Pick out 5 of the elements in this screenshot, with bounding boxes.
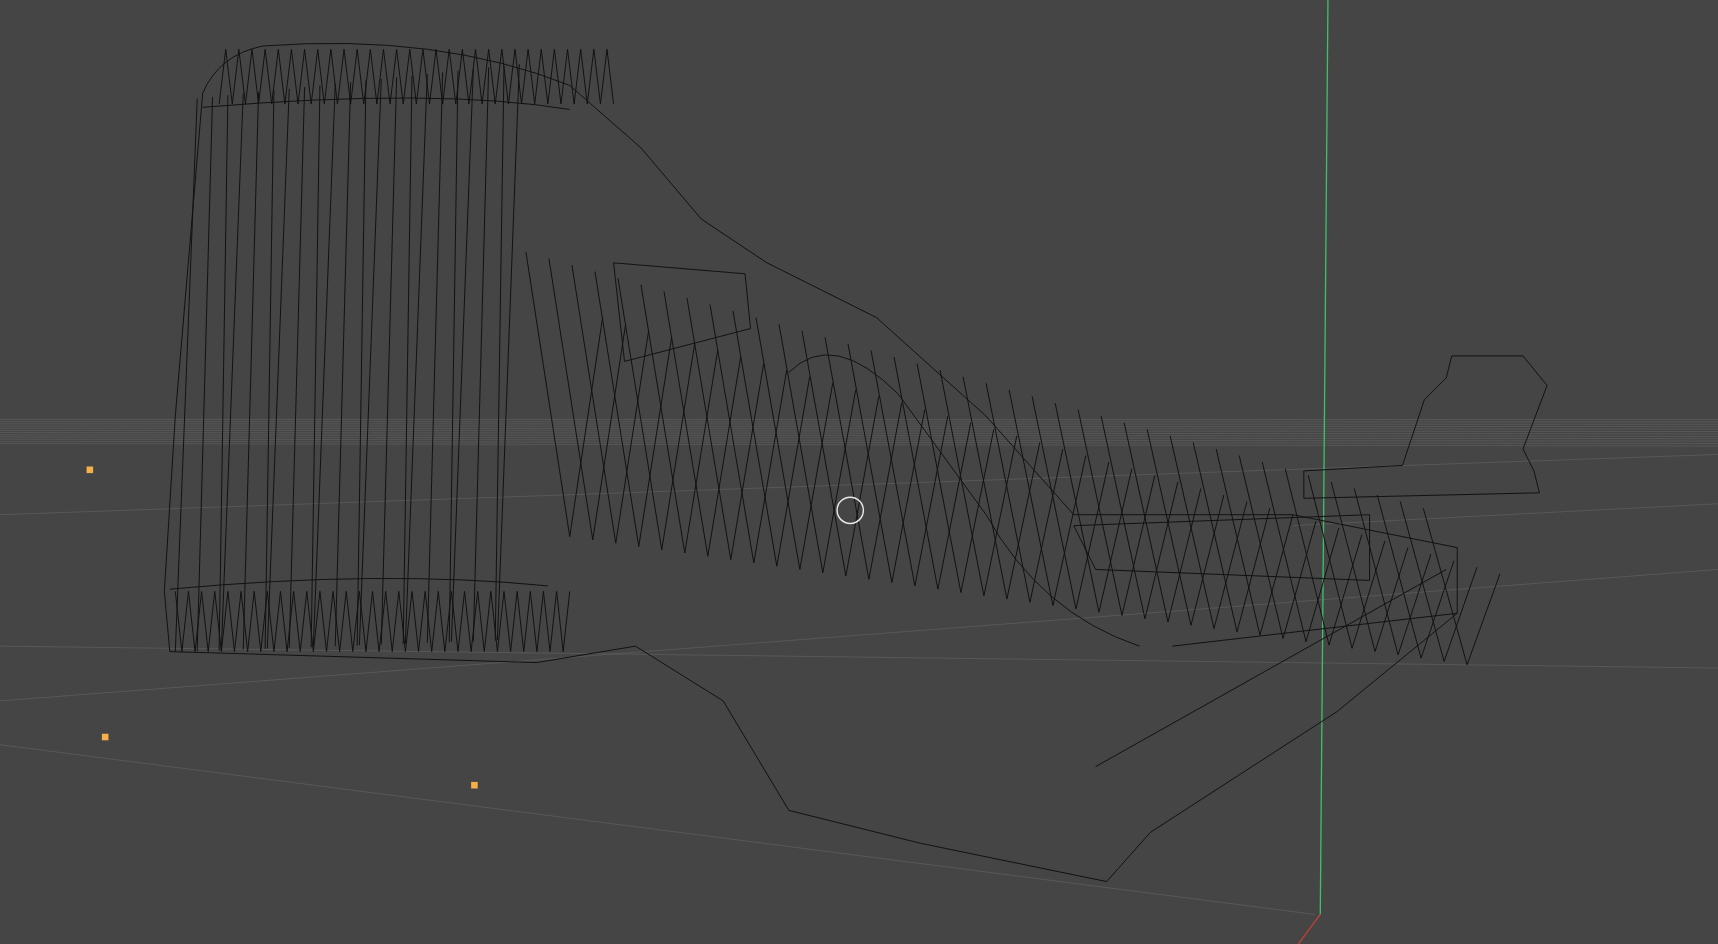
light-marker-icon [471, 781, 478, 789]
cursor-icon [836, 496, 865, 525]
light-marker-icon [86, 466, 94, 474]
x-axis-line [1297, 913, 1321, 944]
light-marker-icon [101, 733, 109, 741]
